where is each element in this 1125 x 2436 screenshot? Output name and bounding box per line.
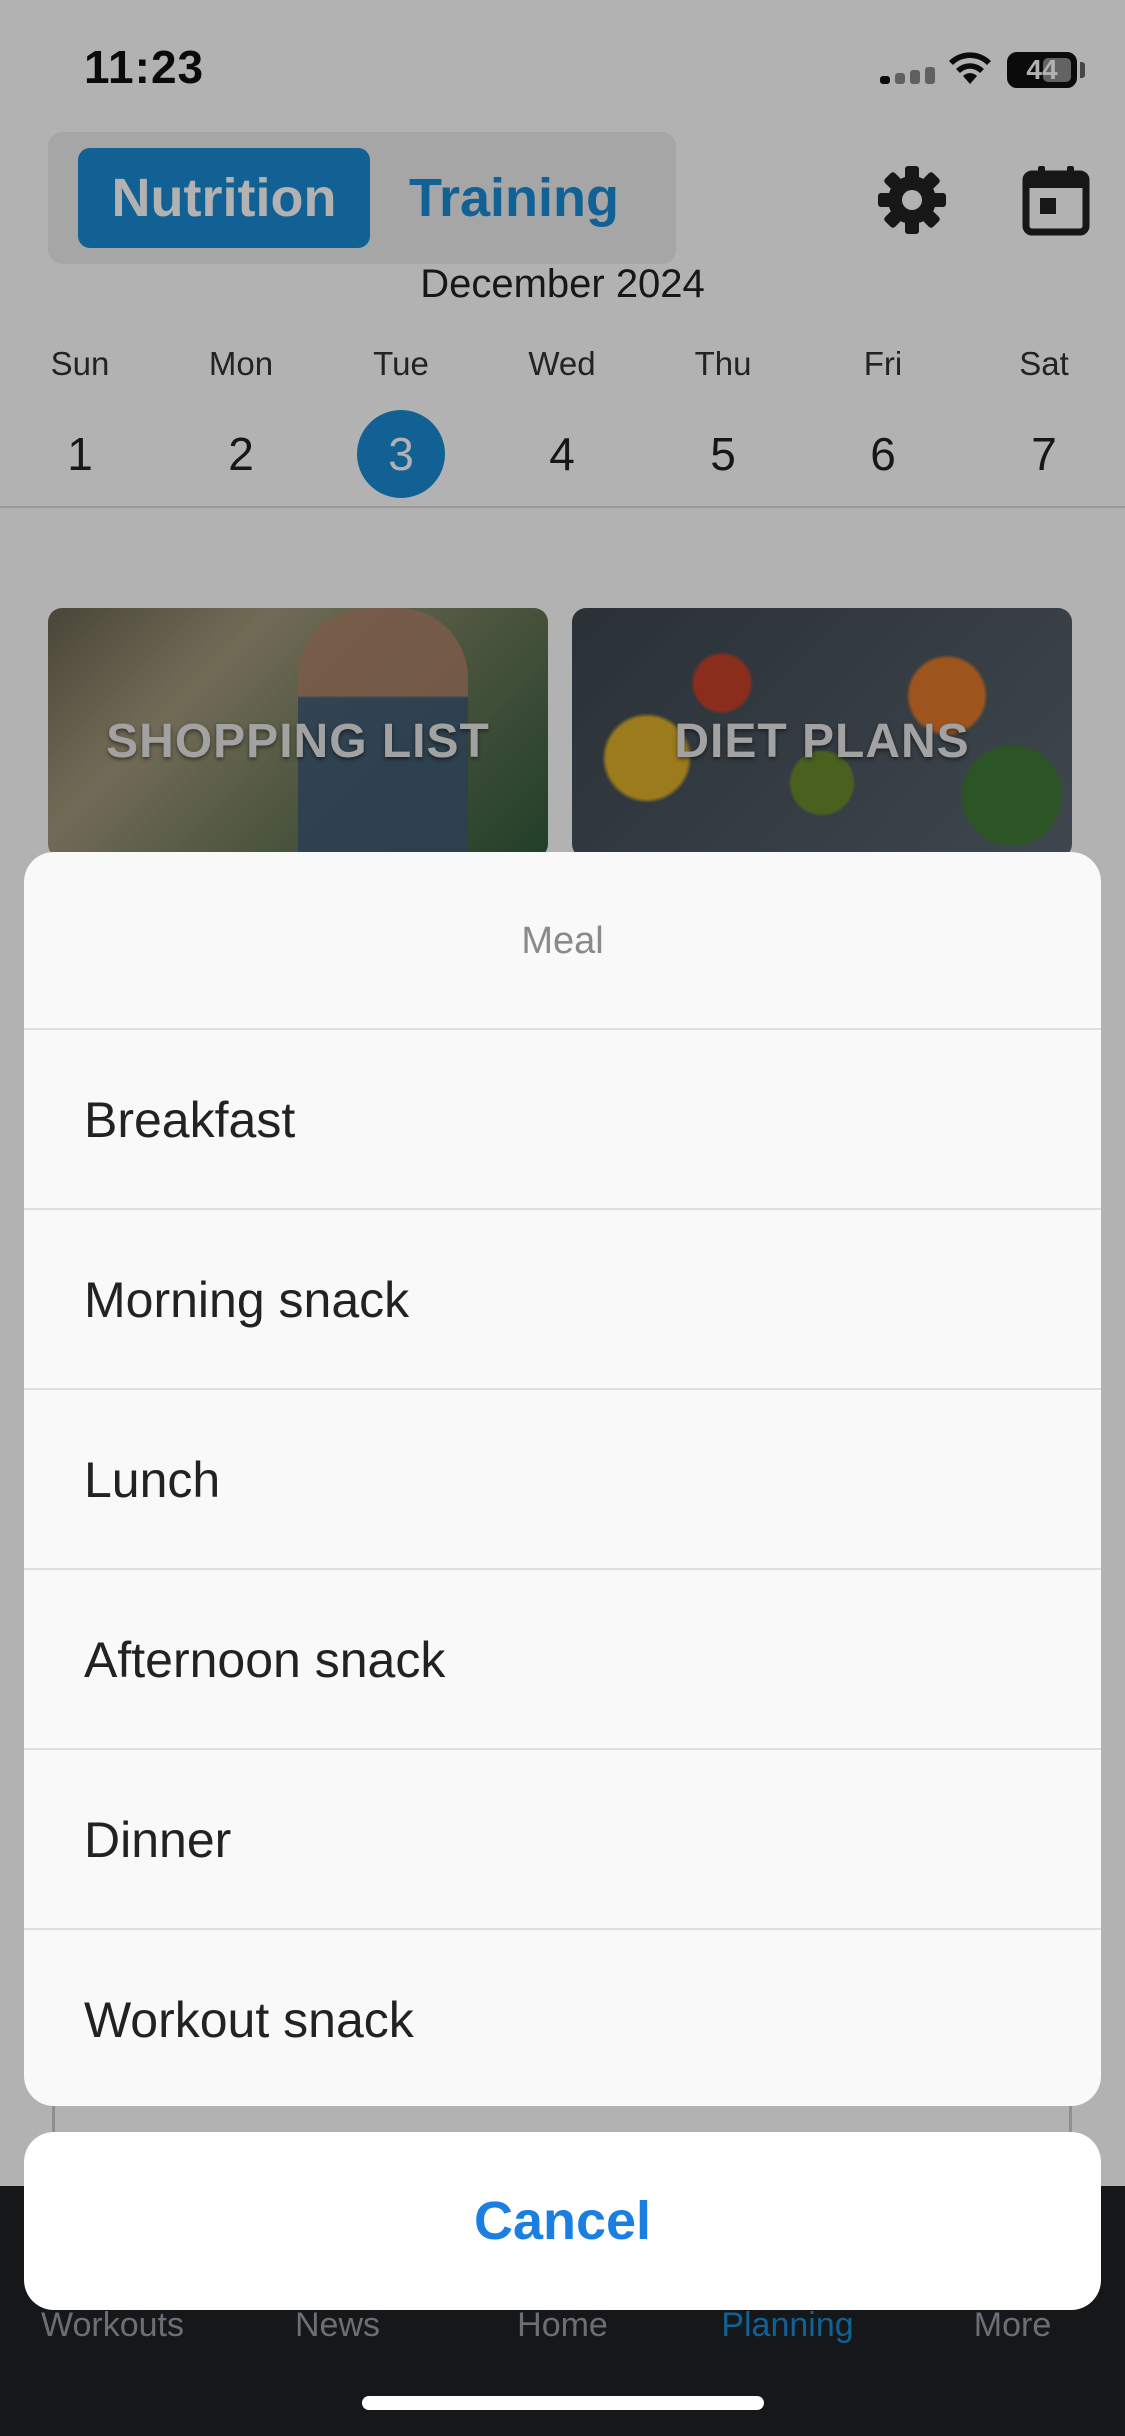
meal-action-sheet: Meal Breakfast Morning snack Lunch After… [24,852,1101,2106]
option-workout-snack[interactable]: Workout snack [24,1930,1101,2106]
option-morning-snack[interactable]: Morning snack [24,1210,1101,1390]
option-afternoon-snack[interactable]: Afternoon snack [24,1570,1101,1750]
option-lunch[interactable]: Lunch [24,1390,1101,1570]
sheet-title: Meal [24,852,1101,1030]
cancel-button[interactable]: Cancel [24,2132,1101,2310]
option-dinner[interactable]: Dinner [24,1750,1101,1930]
option-breakfast[interactable]: Breakfast [24,1030,1101,1210]
home-indicator[interactable] [362,2396,764,2410]
